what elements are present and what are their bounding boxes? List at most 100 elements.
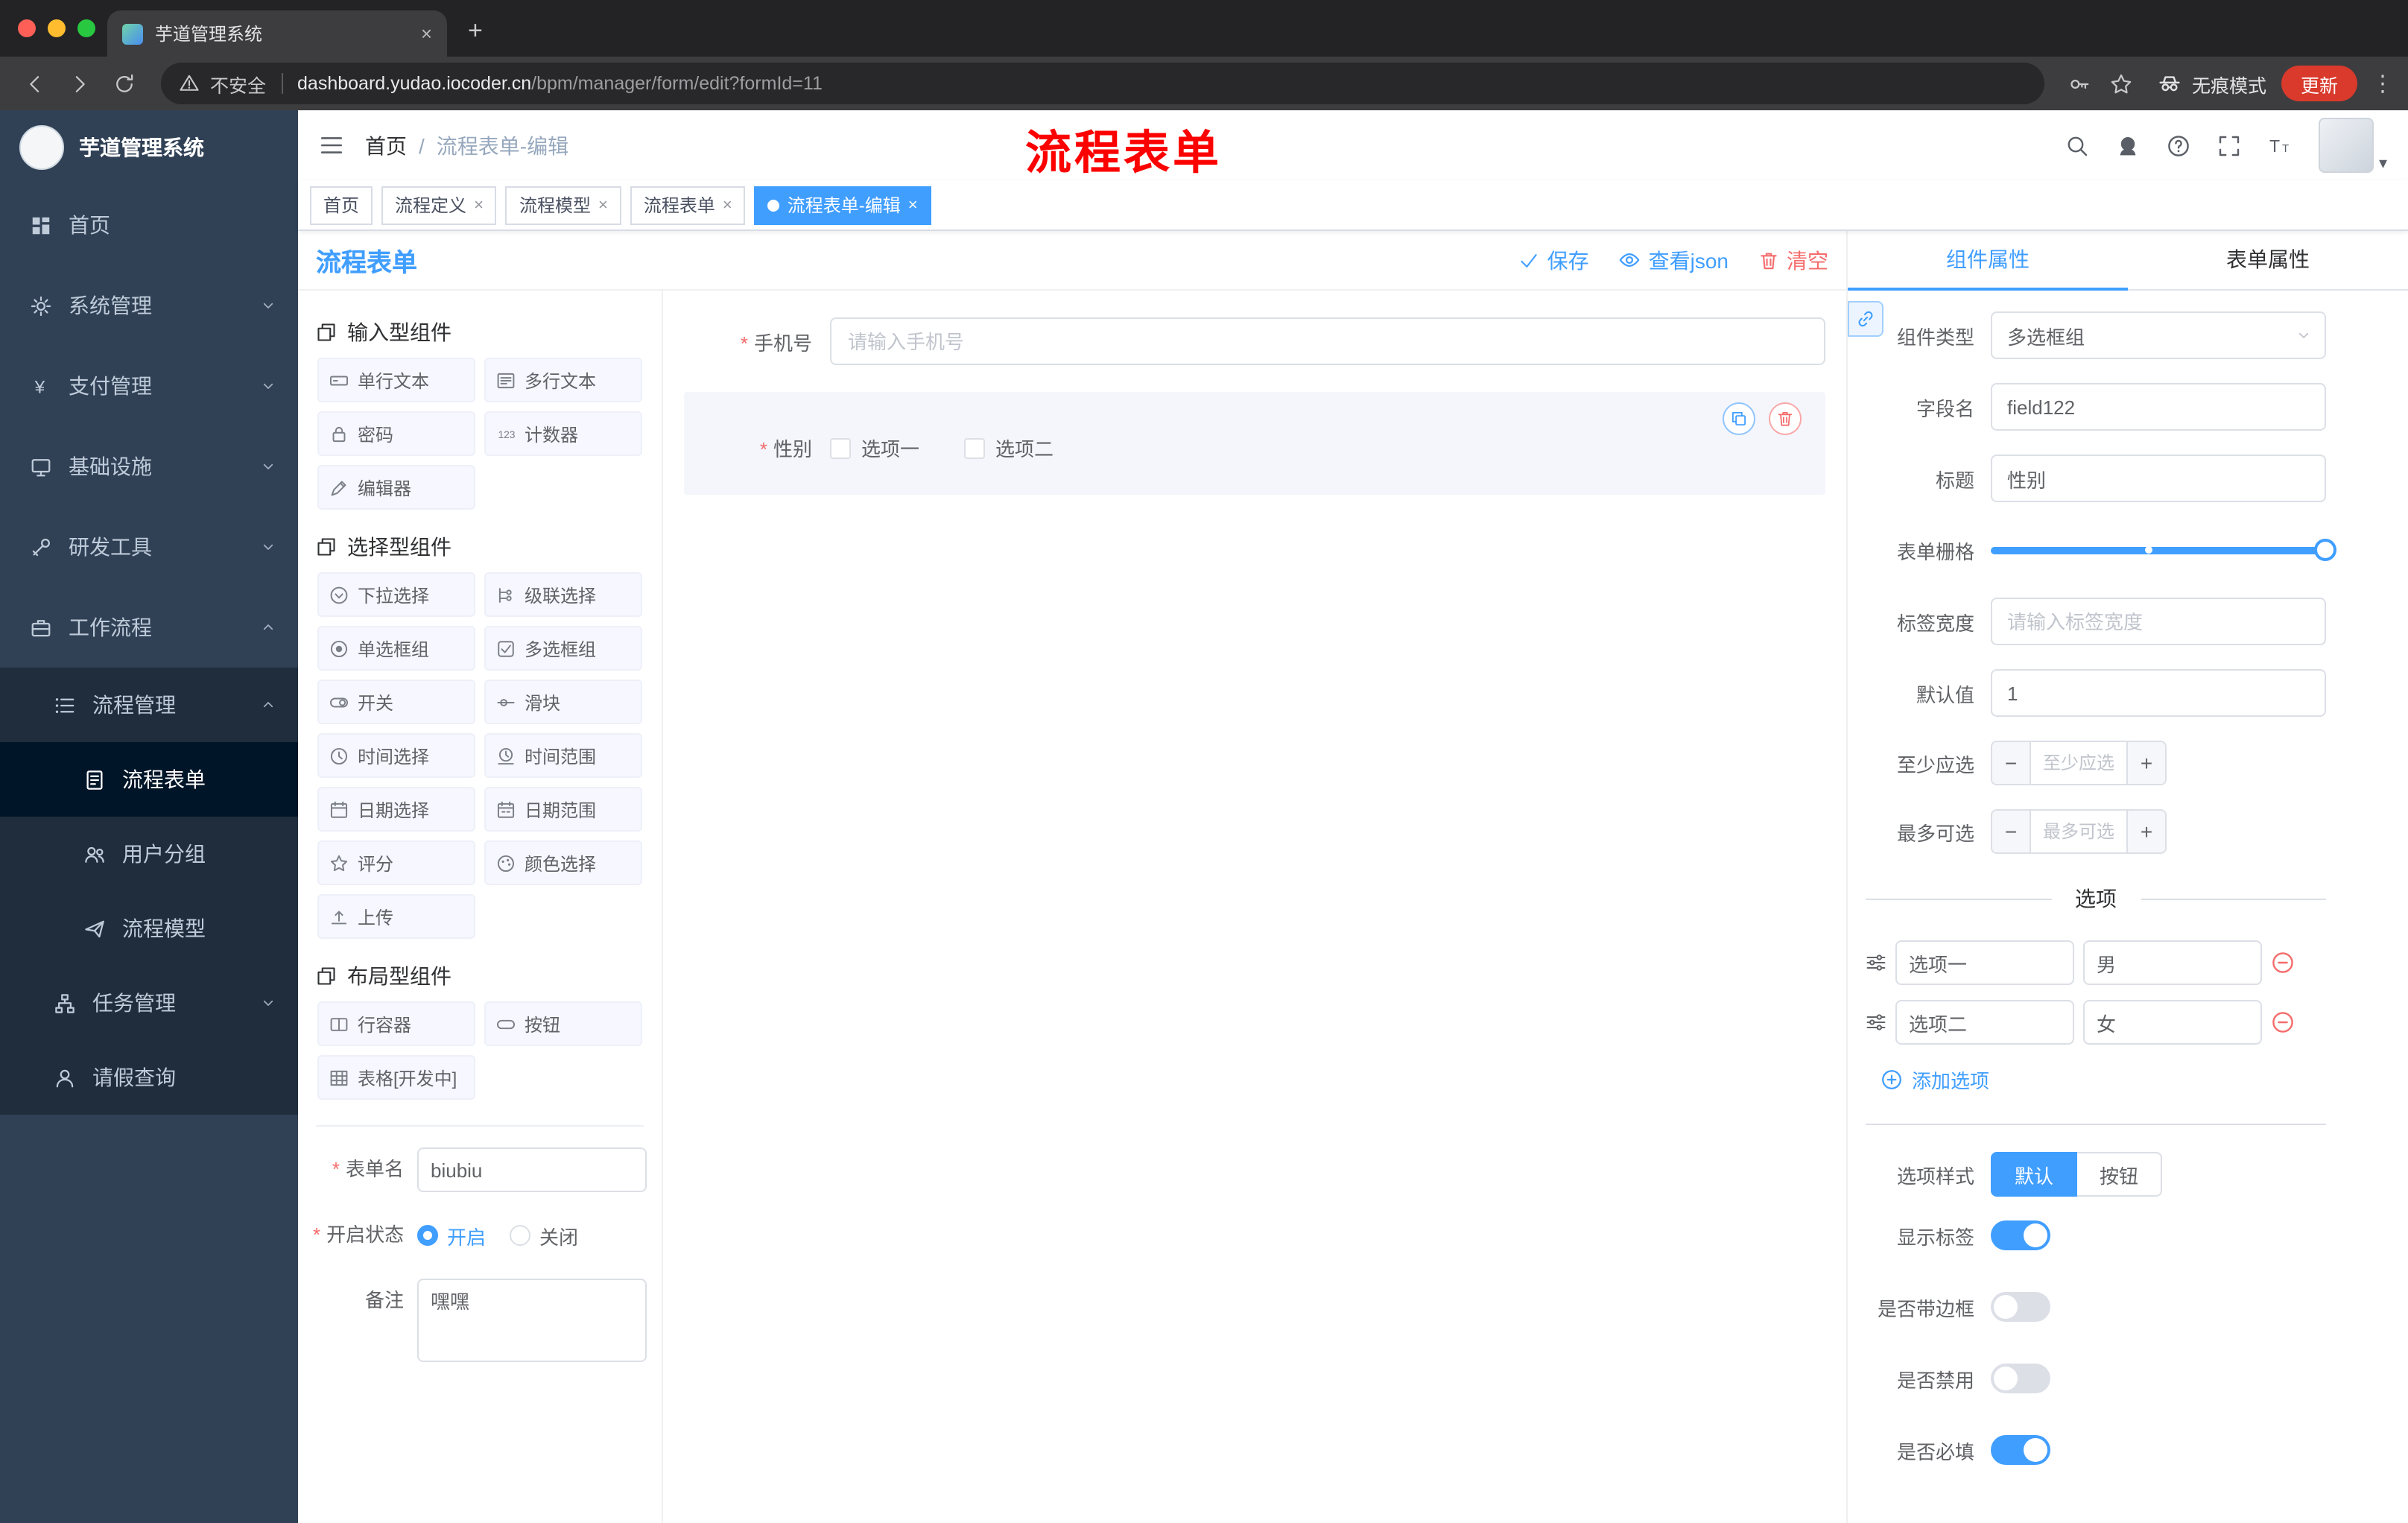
option-value-input[interactable] xyxy=(2083,1000,2262,1045)
new-tab-button[interactable]: + xyxy=(468,16,483,46)
delete-widget-button[interactable] xyxy=(1769,402,1802,435)
window-minimize-button[interactable] xyxy=(48,19,66,37)
github-button[interactable] xyxy=(2108,124,2149,166)
save-button[interactable]: 保存 xyxy=(1519,245,1589,275)
drag-handle-icon[interactable] xyxy=(1866,1012,1886,1033)
checkbox-option-2[interactable]: 选项二 xyxy=(964,434,1054,462)
copy-widget-button[interactable] xyxy=(1723,402,1755,435)
sidebar-item-task-management[interactable]: 任务管理 xyxy=(0,966,298,1040)
browser-menu-button[interactable]: ⋮ xyxy=(2369,70,2396,97)
form-field-phone[interactable]: 手机号 xyxy=(684,311,1825,371)
option-label-input[interactable] xyxy=(1895,940,2074,985)
required-toggle[interactable] xyxy=(1991,1435,2050,1465)
add-option-button[interactable]: 添加选项 xyxy=(1881,1066,2326,1094)
bookmark-button[interactable] xyxy=(2101,63,2143,104)
tab-close-icon[interactable]: × xyxy=(421,22,432,45)
tag-home[interactable]: 首页 xyxy=(310,186,373,224)
palette-item-upload[interactable]: 上传 xyxy=(317,894,475,939)
max-select-stepper[interactable]: − + xyxy=(1991,809,2167,854)
palette-item-table[interactable]: 表格[开发中] xyxy=(317,1055,475,1100)
form-canvas[interactable]: 手机号 xyxy=(663,291,1846,1523)
min-select-stepper[interactable]: − + xyxy=(1991,741,2167,785)
doc-link-button[interactable] xyxy=(1848,301,1883,337)
slider-handle[interactable] xyxy=(2314,539,2336,561)
field-name-input[interactable] xyxy=(1991,383,2326,431)
tag-process-form[interactable]: 流程表单 × xyxy=(630,186,746,224)
app-logo[interactable]: 芋道管理系统 xyxy=(0,110,298,185)
palette-item-select[interactable]: 下拉选择 xyxy=(317,572,475,617)
palette-item-single-line-text[interactable]: 单行文本 xyxy=(317,358,475,402)
sidebar-item-leave-query[interactable]: 请假查询 xyxy=(0,1040,298,1115)
tab-form-props[interactable]: 表单属性 xyxy=(2128,231,2408,289)
forward-button[interactable] xyxy=(57,61,101,106)
reload-button[interactable] xyxy=(101,61,146,106)
sidebar-collapse-button[interactable] xyxy=(319,133,344,158)
tag-close-icon[interactable]: × xyxy=(908,196,918,214)
default-value-input[interactable] xyxy=(1991,669,2326,717)
show-label-toggle[interactable] xyxy=(1991,1220,2050,1250)
sidebar-item-process-model[interactable]: 流程模型 xyxy=(0,891,298,966)
palette-item-password[interactable]: 密码 xyxy=(317,411,475,456)
browser-tab[interactable]: 芋道管理系统 × xyxy=(107,10,447,57)
palette-item-date-range[interactable]: 日期范围 xyxy=(484,787,642,832)
palette-item-row-container[interactable]: 行容器 xyxy=(317,1001,475,1046)
radio-status-off[interactable]: 关闭 xyxy=(510,1221,578,1250)
back-button[interactable] xyxy=(12,61,57,106)
search-button[interactable] xyxy=(2057,124,2099,166)
form-grid-slider[interactable] xyxy=(1991,526,2336,574)
style-default-button[interactable]: 默认 xyxy=(1991,1152,2078,1197)
tab-component-props[interactable]: 组件属性 xyxy=(1848,231,2128,291)
tag-close-icon[interactable]: × xyxy=(723,196,732,214)
sidebar-item-workflow[interactable]: 工作流程 xyxy=(0,587,298,668)
disabled-toggle[interactable] xyxy=(1991,1364,2050,1393)
style-button-button[interactable]: 按钮 xyxy=(2077,1152,2163,1197)
label-width-input[interactable] xyxy=(1991,598,2326,645)
breadcrumb-home[interactable]: 首页 xyxy=(365,130,407,160)
min-select-input[interactable] xyxy=(2031,742,2126,784)
palette-item-editor[interactable]: 编辑器 xyxy=(317,465,475,510)
sidebar-item-home[interactable]: 首页 xyxy=(0,185,298,265)
form-name-input[interactable] xyxy=(417,1147,647,1192)
title-input[interactable] xyxy=(1991,455,2326,502)
address-bar[interactable]: 不安全 dashboard.yudao.iocoder.cn/bpm/manag… xyxy=(161,63,2044,104)
option-label-input[interactable] xyxy=(1895,1000,2074,1045)
palette-item-time-range[interactable]: 时间范围 xyxy=(484,733,642,778)
sidebar-item-payment-management[interactable]: ¥ 支付管理 xyxy=(0,346,298,426)
view-json-button[interactable]: 查看json xyxy=(1619,245,1729,275)
palette-item-cascader[interactable]: 级联选择 xyxy=(484,572,642,617)
window-zoom-button[interactable] xyxy=(77,19,95,37)
palette-item-counter[interactable]: 123 计数器 xyxy=(484,411,642,456)
browser-update-button[interactable]: 更新 xyxy=(2281,66,2357,101)
increase-button[interactable]: + xyxy=(2126,811,2165,852)
sidebar-item-system-management[interactable]: 系统管理 xyxy=(0,265,298,346)
decrease-button[interactable]: − xyxy=(1992,742,2031,784)
remove-option-button[interactable] xyxy=(2271,1010,2295,1034)
tag-process-form-edit[interactable]: 流程表单-编辑 × xyxy=(754,186,931,224)
component-type-select[interactable]: 多选框组 xyxy=(1991,311,2326,359)
remove-option-button[interactable] xyxy=(2271,951,2295,975)
decrease-button[interactable]: − xyxy=(1992,811,2031,852)
palette-item-color-picker[interactable]: 颜色选择 xyxy=(484,840,642,885)
fullscreen-button[interactable] xyxy=(2209,124,2251,166)
sidebar-item-user-group[interactable]: 用户分组 xyxy=(0,817,298,891)
tag-close-icon[interactable]: × xyxy=(598,196,608,214)
form-field-gender-selected[interactable]: 性别 选项一 选项二 xyxy=(684,392,1825,495)
radio-status-on[interactable]: 开启 xyxy=(417,1221,486,1250)
user-avatar[interactable]: ▾ xyxy=(2319,118,2387,173)
palette-item-checkbox-group[interactable]: 多选框组 xyxy=(484,626,642,671)
tag-process-definition[interactable]: 流程定义 × xyxy=(381,186,497,224)
palette-item-radio-group[interactable]: 单选框组 xyxy=(317,626,475,671)
clear-button[interactable]: 清空 xyxy=(1758,245,1828,275)
help-button[interactable] xyxy=(2158,124,2200,166)
font-size-button[interactable]: TT xyxy=(2260,124,2301,166)
sidebar-item-dev-tools[interactable]: 研发工具 xyxy=(0,507,298,587)
sidebar-item-process-management[interactable]: 流程管理 xyxy=(0,668,298,742)
palette-item-time-picker[interactable]: 时间选择 xyxy=(317,733,475,778)
palette-item-slider[interactable]: 滑块 xyxy=(484,680,642,724)
palette-item-rate[interactable]: 评分 xyxy=(317,840,475,885)
phone-input[interactable] xyxy=(830,317,1825,365)
increase-button[interactable]: + xyxy=(2126,742,2165,784)
sidebar-item-infrastructure[interactable]: 基础设施 xyxy=(0,426,298,507)
tag-process-model[interactable]: 流程模型 × xyxy=(505,186,621,224)
window-close-button[interactable] xyxy=(18,19,36,37)
